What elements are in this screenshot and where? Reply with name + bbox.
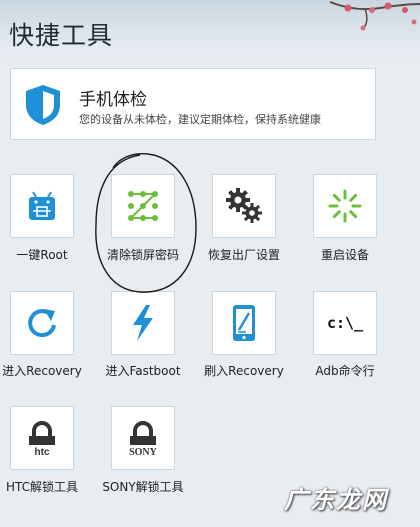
gears-icon — [226, 188, 262, 223]
reboot-device-button[interactable] — [313, 174, 377, 238]
flash-recovery-button[interactable] — [212, 291, 276, 355]
enter-recovery-label: 进入Recovery — [2, 364, 82, 378]
page-title: 快捷工具 — [9, 21, 114, 50]
adb-command-button[interactable]: c:\_ — [313, 291, 377, 355]
htc-brand-text: htc — [35, 447, 50, 458]
refresh-icon — [28, 309, 56, 338]
htc-unlock-button[interactable]: htc — [10, 406, 74, 470]
sony-lock-icon: SONY — [129, 421, 158, 458]
terminal-icon: c:\_ — [326, 314, 364, 332]
one-key-root-label: 一键Root — [16, 248, 68, 262]
htc-unlock-label: HTC解锁工具 — [5, 480, 79, 494]
android-icon — [29, 191, 55, 220]
enter-recovery-button[interactable] — [10, 291, 74, 355]
enter-fastboot-button[interactable] — [111, 291, 175, 355]
factory-reset-label: 恢复出厂设置 — [207, 248, 280, 262]
health-check-card[interactable]: 手机体检 您的设备从未体检，建议定期体检，保持系统健康 — [10, 68, 376, 140]
factory-reset-button[interactable] — [212, 174, 276, 238]
shield-icon — [26, 85, 60, 125]
reboot-device-label: 重启设备 — [320, 248, 369, 262]
sony-unlock-label: SONY解锁工具 — [102, 480, 184, 494]
phone-edit-icon — [233, 305, 255, 341]
flash-recovery-label: 刷入Recovery — [204, 364, 284, 378]
pattern-lock-icon — [128, 191, 158, 221]
plum-branch-decoration — [329, 1, 420, 31]
header-bar: 快捷工具 — [0, 0, 420, 60]
lightning-icon — [133, 305, 153, 341]
watermark-text: 广东龙网 — [284, 486, 388, 514]
adb-command-label: Adb命令行 — [315, 364, 375, 378]
loading-spinner-icon — [328, 189, 362, 223]
health-check-title: 手机体检 — [79, 90, 147, 110]
health-check-description: 您的设备从未体检，建议定期体检，保持系统健康 — [79, 113, 321, 126]
clear-lock-password-button[interactable] — [111, 174, 175, 238]
clear-lock-password-label: 清除锁屏密码 — [106, 248, 179, 262]
sony-brand-text: SONY — [129, 447, 158, 458]
htc-lock-icon: htc — [29, 421, 55, 458]
sony-unlock-button[interactable]: SONY — [111, 406, 175, 470]
one-key-root-button[interactable] — [10, 174, 74, 238]
enter-fastboot-label: 进入Fastboot — [105, 364, 181, 378]
